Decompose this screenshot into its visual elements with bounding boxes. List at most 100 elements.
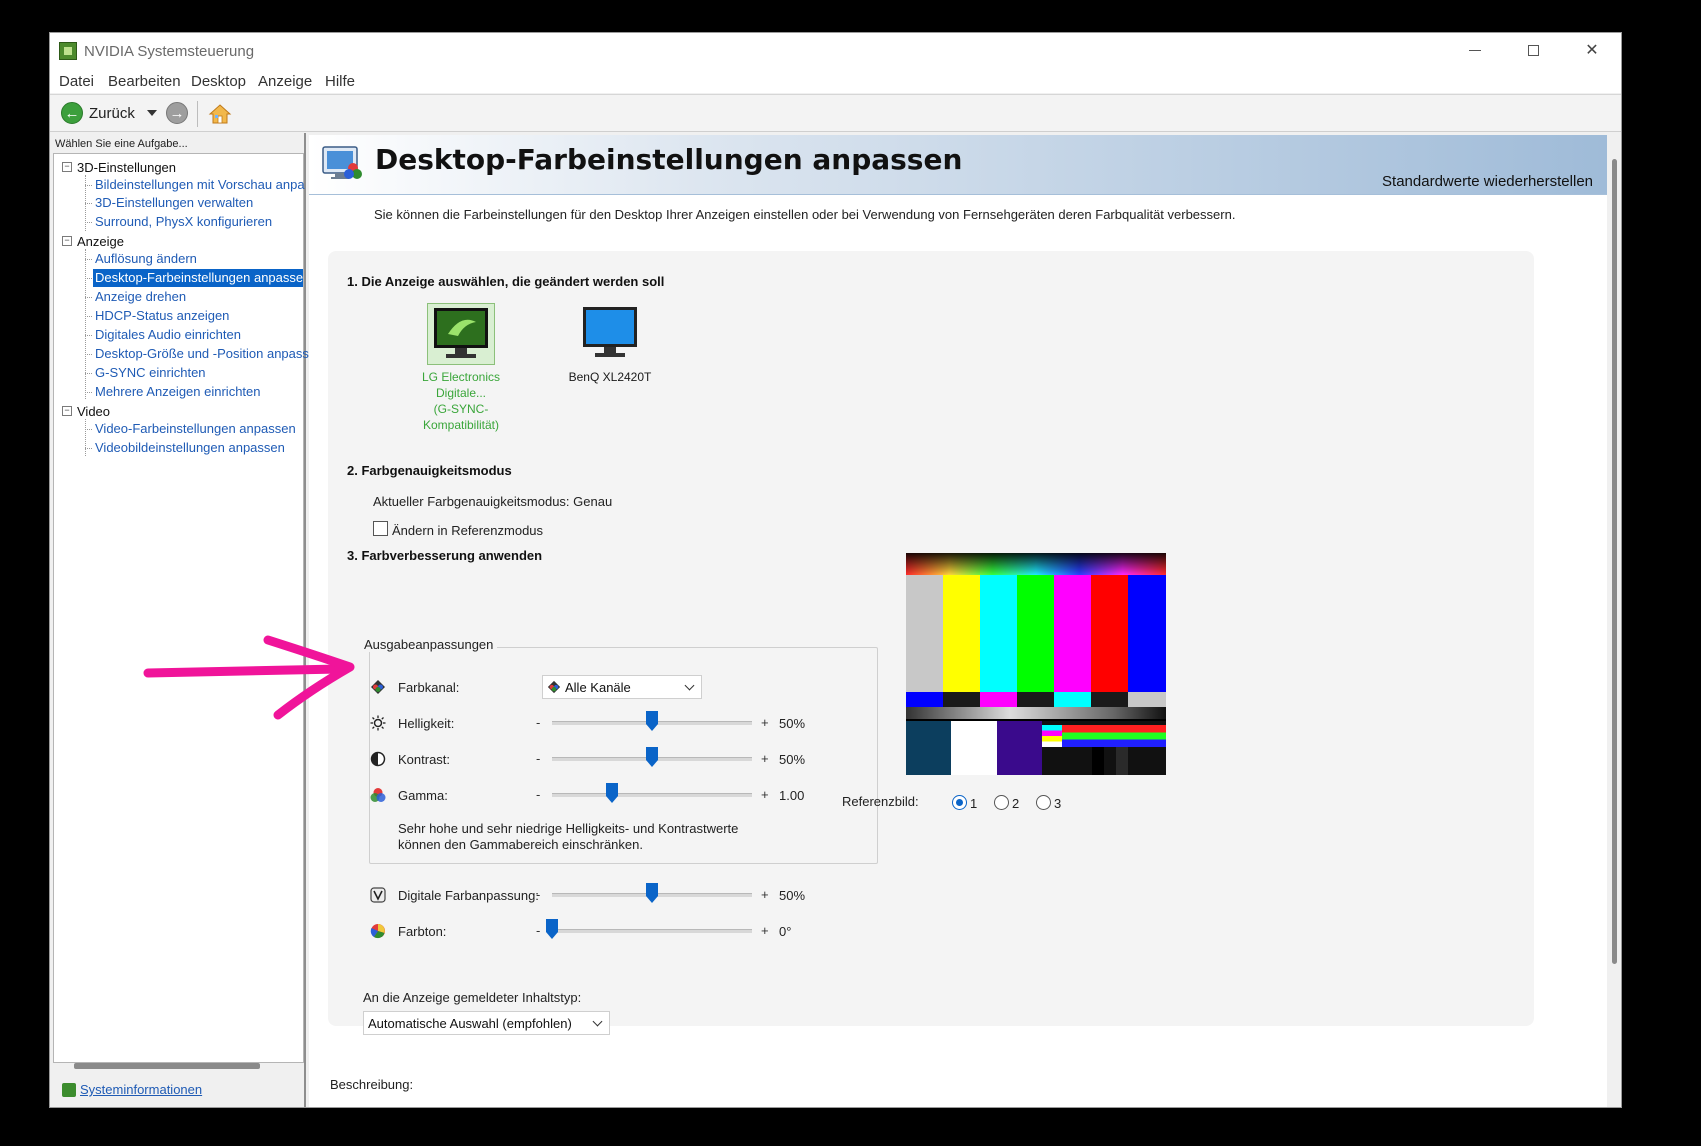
page-title: Desktop-Farbeinstellungen anpassen xyxy=(375,143,963,176)
reference-sub-bar xyxy=(980,692,1017,707)
gamma-value: 1.00 xyxy=(779,788,805,803)
contrast-slider-thumb[interactable] xyxy=(646,747,658,767)
close-icon: ✕ xyxy=(1585,42,1599,59)
collapse-toggle-icon[interactable]: − xyxy=(62,236,72,246)
toolbar-separator xyxy=(197,101,198,127)
reference-image-option-2: 2 xyxy=(1012,796,1020,811)
system-info-link[interactable]: Systeminformationen xyxy=(62,1081,202,1097)
color-channel-icon xyxy=(371,680,385,694)
content-type-dropdown[interactable]: Automatische Auswahl (empfohlen) xyxy=(363,1011,610,1035)
tree-category-label: Anzeige xyxy=(77,234,124,249)
tree-item-bildeinstellungen[interactable]: Bildeinstellungen mit Vorschau anpa xyxy=(93,176,307,194)
hue-icon xyxy=(370,924,385,939)
menu-anzeige[interactable]: Anzeige xyxy=(258,73,312,90)
menu-bar: Datei Bearbeiten Desktop Anzeige Hilfe xyxy=(50,69,1621,93)
menu-bearbeiten[interactable]: Bearbeiten xyxy=(108,73,181,90)
reference-image-radio-2[interactable] xyxy=(994,795,1009,810)
restore-defaults-link[interactable]: Standardwerte wiederherstellen xyxy=(1382,173,1593,190)
content-type-value: Automatische Auswahl (empfohlen) xyxy=(368,1016,572,1031)
back-button[interactable]: Zurück xyxy=(89,105,135,122)
section-color-accuracy-title: 2. Farbgenauigkeitsmodus xyxy=(347,463,512,478)
task-tree: − 3D-Einstellungen Bildeinstellungen mit… xyxy=(53,153,309,1069)
reference-bar xyxy=(906,575,943,692)
tree-item-gsync[interactable]: G-SYNC einrichten xyxy=(93,364,208,382)
hue-slider-track[interactable] xyxy=(552,929,752,933)
nvidia-control-panel-window: NVIDIA Systemsteuerung ✕ Datei Bearbeite… xyxy=(49,32,1622,1108)
page-intro: Sie können die Farbeinstellungen für den… xyxy=(374,207,1236,222)
tree-item-desktop-farbeinstellungen[interactable]: Desktop-Farbeinstellungen anpassen xyxy=(93,269,303,287)
contrast-icon xyxy=(370,751,386,767)
reference-mode-checkbox[interactable] xyxy=(373,521,388,536)
home-icon[interactable] xyxy=(208,102,232,126)
digital-vibrance-label: Digitale Farbanpassung: xyxy=(398,888,539,903)
back-arrow-icon[interactable]: ← xyxy=(61,102,83,124)
reference-pluge-block xyxy=(1092,747,1104,775)
menu-datei[interactable]: Datei xyxy=(59,73,94,90)
brightness-icon xyxy=(370,715,386,731)
reference-mode-label[interactable]: Ändern in Referenzmodus xyxy=(392,523,543,538)
gamma-slider-thumb[interactable] xyxy=(606,783,618,803)
close-button[interactable]: ✕ xyxy=(1563,33,1621,69)
reference-bar xyxy=(1091,575,1128,692)
page-header: Desktop-Farbeinstellungen anpassen Stand… xyxy=(309,135,1607,195)
hue-slider-thumb[interactable] xyxy=(546,919,558,939)
brightness-label: Helligkeit: xyxy=(398,716,455,731)
system-info-label[interactable]: Systeminformationen xyxy=(80,1082,202,1097)
reference-bar xyxy=(1017,575,1054,692)
description-label: Beschreibung: xyxy=(330,1077,414,1092)
tree-item-anzeige-drehen[interactable]: Anzeige drehen xyxy=(93,288,188,306)
digital-vibrance-plus: + xyxy=(761,887,769,902)
tree-item-3d-verwalten[interactable]: 3D-Einstellungen verwalten xyxy=(93,194,255,212)
toolbar: ← Zurück → xyxy=(50,94,1621,132)
collapse-toggle-icon[interactable]: − xyxy=(62,162,72,172)
sidebar-heading: Wählen Sie eine Aufgabe... xyxy=(55,138,188,150)
menu-desktop[interactable]: Desktop xyxy=(191,73,246,90)
hue-plus: + xyxy=(761,923,769,938)
reference-bar xyxy=(1054,575,1091,692)
reference-image-gradient xyxy=(906,553,1166,575)
tree-horizontal-scrollbar[interactable] xyxy=(74,1063,260,1069)
content-vertical-scrollbar[interactable] xyxy=(1608,135,1621,1107)
gamma-icon xyxy=(370,788,386,802)
reference-image-radio-1[interactable] xyxy=(952,795,967,810)
hue-minus: - xyxy=(536,923,541,938)
tree-item-mehrere-anzeigen[interactable]: Mehrere Anzeigen einrichten xyxy=(93,383,263,401)
range-note-line1: Sehr hohe und sehr niedrige Helligkeits-… xyxy=(398,821,739,836)
brightness-slider-thumb[interactable] xyxy=(646,711,658,731)
tree-item-video-farbeinstellungen[interactable]: Video-Farbeinstellungen anpassen xyxy=(93,420,298,438)
menu-hilfe[interactable]: Hilfe xyxy=(325,73,355,90)
tree-item-videobildeinstellungen[interactable]: Videobildeinstellungen anpassen xyxy=(93,439,287,457)
display-benq[interactable]: BenQ XL2420T xyxy=(560,303,660,385)
brightness-plus: + xyxy=(761,715,769,730)
tree-item-digitales-audio[interactable]: Digitales Audio einrichten xyxy=(93,326,243,344)
gamma-label: Gamma: xyxy=(398,788,448,803)
display-lg-selected[interactable]: LG Electronics Digitale... (G-SYNC-Kompa… xyxy=(411,303,511,433)
reference-grey-ramp xyxy=(906,707,1166,719)
gamma-slider-track[interactable] xyxy=(552,793,752,797)
reference-image-radio-3[interactable] xyxy=(1036,795,1051,810)
maximize-icon xyxy=(1527,45,1539,57)
tree-item-surround-physx[interactable]: Surround, PhysX konfigurieren xyxy=(93,213,274,231)
contrast-value: 50% xyxy=(779,752,806,767)
minimize-button[interactable] xyxy=(1446,33,1504,69)
reference-bar xyxy=(980,575,1017,692)
tree-category-label: 3D-Einstellungen xyxy=(77,160,177,175)
main-content: Desktop-Farbeinstellungen anpassen Stand… xyxy=(309,135,1607,1107)
contrast-label: Kontrast: xyxy=(398,752,451,767)
task-sidebar: Wählen Sie eine Aufgabe... − 3D-Einstell… xyxy=(50,133,309,1107)
digital-vibrance-slider-thumb[interactable] xyxy=(646,883,658,903)
system-info-icon xyxy=(62,1082,76,1097)
chevron-down-icon xyxy=(592,1016,603,1027)
color-channel-dropdown[interactable]: Alle Kanäle xyxy=(542,675,702,699)
maximize-button[interactable] xyxy=(1504,33,1562,69)
collapse-toggle-icon[interactable]: − xyxy=(62,406,72,416)
section-color-enhancement-title: 3. Farbverbesserung anwenden xyxy=(347,548,543,563)
annotation-arrow-icon xyxy=(143,635,355,720)
tree-item-aufloesung[interactable]: Auflösung ändern xyxy=(93,250,199,268)
forward-arrow-icon[interactable]: → xyxy=(166,102,188,124)
scrollbar-thumb[interactable] xyxy=(1612,159,1617,964)
tree-item-hdcp-status[interactable]: HDCP-Status anzeigen xyxy=(93,307,231,325)
tree-item-desktop-groesse[interactable]: Desktop-Größe und -Position anpass xyxy=(93,345,311,363)
back-history-dropdown-icon[interactable] xyxy=(147,110,157,116)
display-name: BenQ XL2420T xyxy=(568,370,652,384)
